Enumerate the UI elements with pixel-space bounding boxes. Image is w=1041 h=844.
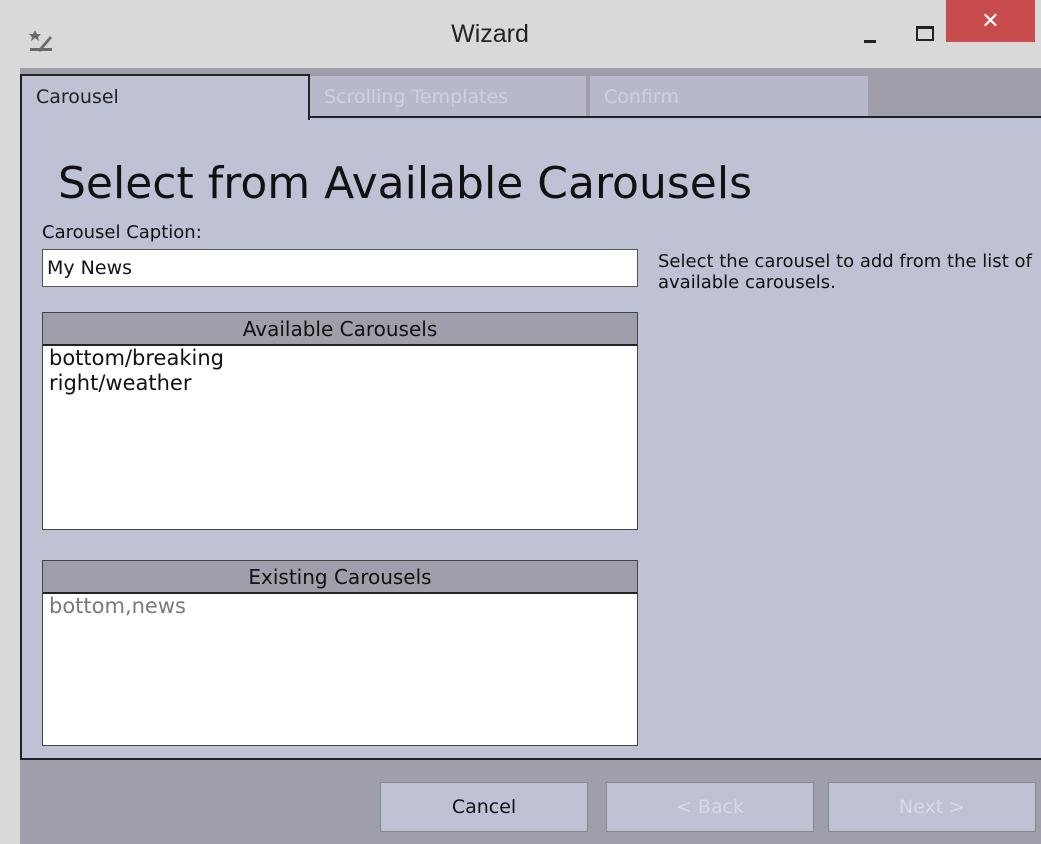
cancel-button[interactable]: Cancel xyxy=(380,782,588,832)
existing-carousels-list[interactable]: Existing Carousels bottom,news xyxy=(42,560,638,746)
available-carousels-header: Available Carousels xyxy=(43,313,637,346)
carousel-caption-label: Carousel Caption: xyxy=(42,222,202,243)
button-bar: Cancel < Back Next > xyxy=(20,760,1041,844)
window-title: Wizard xyxy=(451,20,529,48)
tab-scrolling-templates[interactable]: Scrolling Templates xyxy=(310,76,586,118)
close-icon: ✕ xyxy=(981,8,1000,34)
list-item[interactable]: bottom/breaking xyxy=(43,346,637,371)
next-button[interactable]: Next > xyxy=(828,782,1036,832)
close-button[interactable]: ✕ xyxy=(946,0,1035,42)
back-button[interactable]: < Back xyxy=(606,782,814,832)
page-title: Select from Available Carousels xyxy=(58,158,753,209)
help-text: Select the carousel to add from the list… xyxy=(658,251,1032,293)
wizard-window: Wizard ✕ Carousel Scrolling Templates Co… xyxy=(0,0,1041,844)
carousel-panel: Select from Available Carousels Carousel… xyxy=(20,116,1041,760)
tab-carousel[interactable]: Carousel xyxy=(20,74,310,120)
title-bar: Wizard ✕ xyxy=(0,0,1041,66)
list-item[interactable]: right/weather xyxy=(43,371,637,396)
minimize-button[interactable] xyxy=(846,8,894,52)
carousel-caption-input[interactable]: My News xyxy=(42,249,638,287)
tab-confirm[interactable]: Confirm xyxy=(590,76,868,118)
existing-carousels-header: Existing Carousels xyxy=(43,561,637,594)
maximize-button[interactable] xyxy=(900,8,948,52)
list-item: bottom,news xyxy=(49,594,186,618)
available-carousels-list[interactable]: Available Carousels bottom/breaking righ… xyxy=(42,312,638,530)
tab-strip: Carousel Scrolling Templates Confirm xyxy=(20,68,1041,120)
